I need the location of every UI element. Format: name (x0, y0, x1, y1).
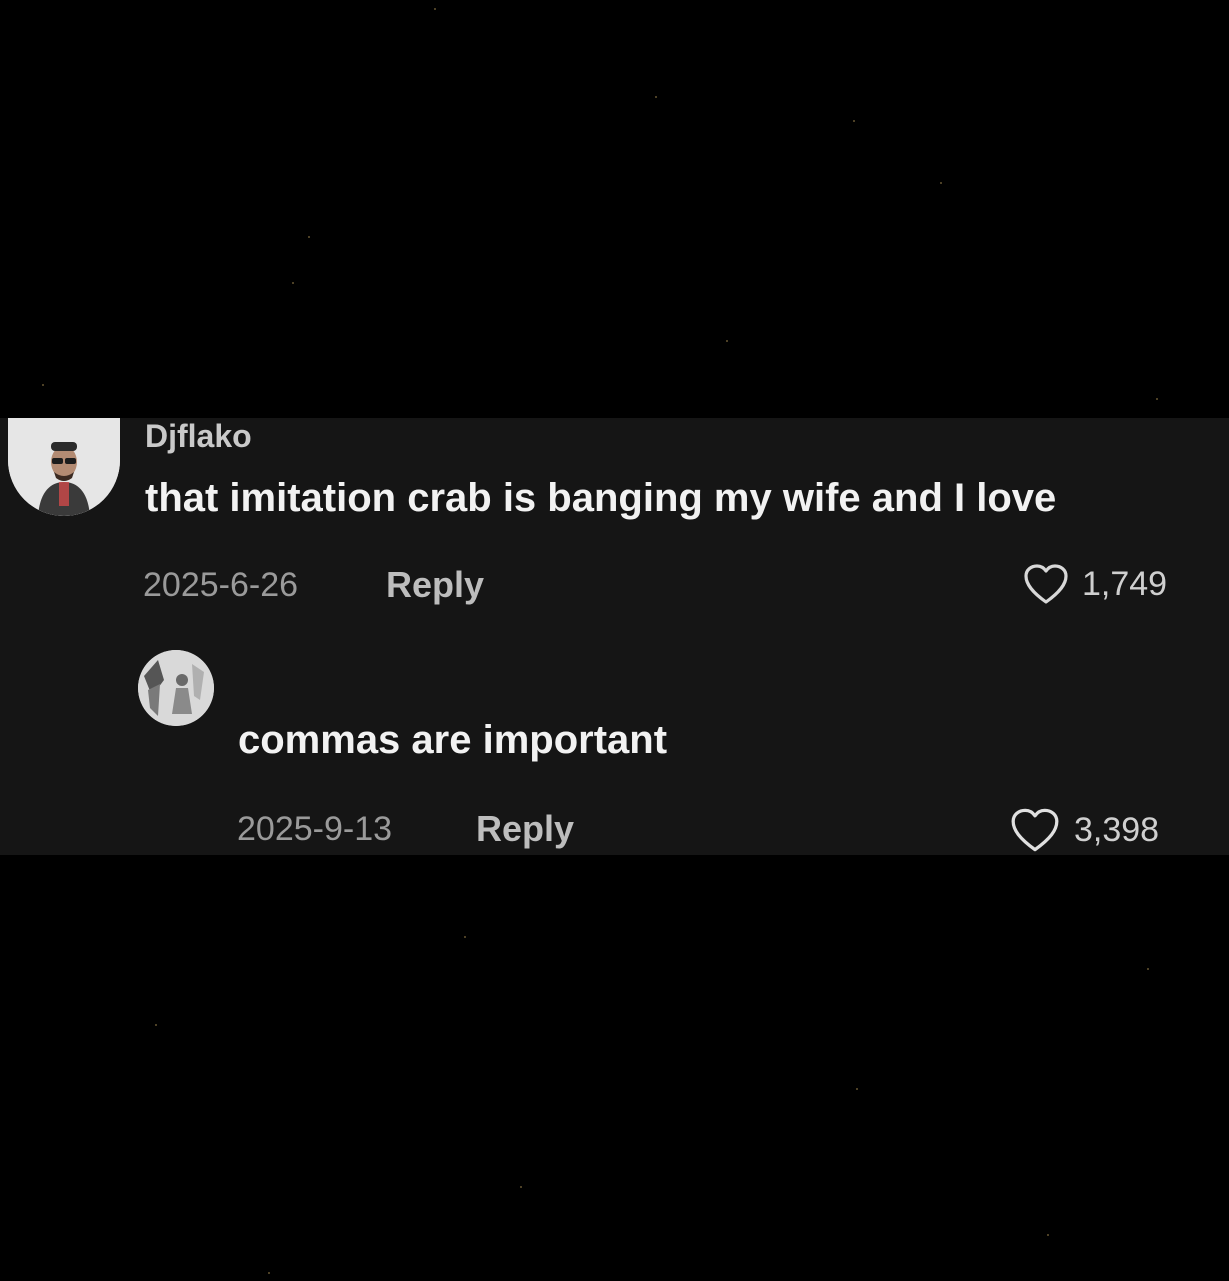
comment-date: 2025-6-26 (143, 566, 299, 604)
like-button[interactable]: 3,398 (1008, 806, 1159, 854)
star (434, 8, 436, 10)
reply-button[interactable]: Reply (476, 808, 574, 850)
reply-button[interactable]: Reply (386, 564, 484, 606)
star (853, 120, 855, 122)
star (268, 1272, 270, 1274)
heart-outline-icon (1022, 562, 1070, 606)
star (155, 1024, 157, 1026)
star (464, 936, 466, 938)
comment-text: that imitation crab is banging my wife a… (145, 476, 1057, 520)
user-avatar-icon[interactable] (138, 650, 214, 726)
like-button[interactable]: 1,749 (1022, 562, 1167, 606)
heart-outline-icon (1008, 806, 1062, 854)
star (308, 236, 310, 238)
comment-text: commas are important (238, 718, 668, 762)
comment-username[interactable]: Djflako (145, 418, 252, 455)
star (292, 282, 294, 284)
like-count: 3,398 (1074, 810, 1160, 849)
star (940, 182, 942, 184)
user-avatar-icon[interactable] (8, 418, 120, 516)
star (42, 384, 44, 386)
star (856, 1088, 858, 1090)
like-count: 1,749 (1082, 564, 1168, 603)
comment-date: 2025-9-13 (237, 810, 393, 848)
star (655, 96, 657, 98)
star (1147, 968, 1149, 970)
star (520, 1186, 522, 1188)
star (1156, 398, 1158, 400)
star (1047, 1234, 1049, 1236)
star (726, 340, 728, 342)
comment-thread: Djflako that imitation crab is banging m… (0, 418, 1229, 855)
